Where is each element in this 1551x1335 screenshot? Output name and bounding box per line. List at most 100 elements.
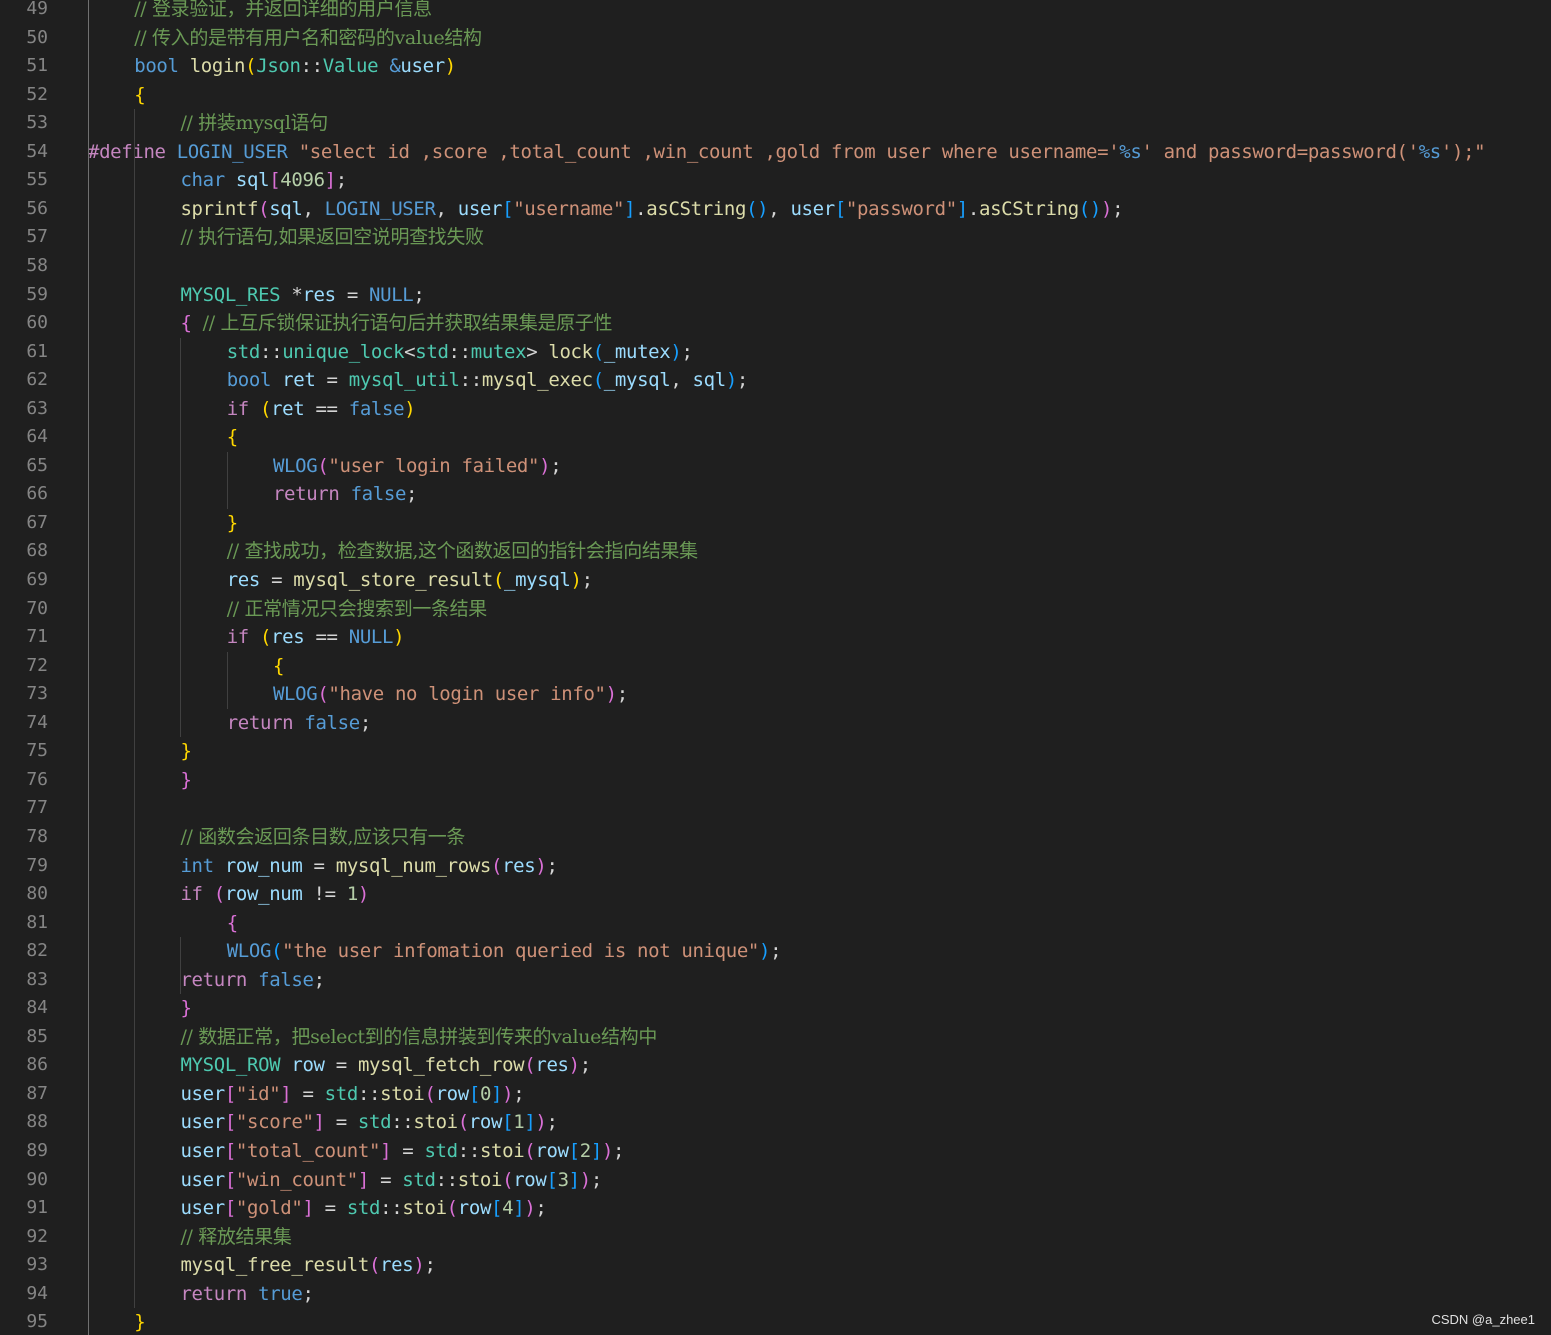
code-token: // 数据正常，把select到的信息拼装到传来的value结构中 bbox=[180, 1025, 657, 1048]
code-token: "have no login user info" bbox=[328, 683, 606, 706]
code-text: } bbox=[227, 509, 238, 538]
code-token: res bbox=[226, 569, 261, 591]
line-number: 59 bbox=[26, 283, 48, 305]
code-line[interactable]: 52 { bbox=[0, 81, 1551, 110]
code-line[interactable]: 54 #define LOGIN_USER "select id ,score ,… bbox=[0, 138, 1551, 167]
code-line[interactable]: 95} bbox=[0, 1308, 1551, 1335]
code-line[interactable]: 76} bbox=[0, 766, 1551, 795]
code-token: ( bbox=[317, 454, 329, 477]
code-line[interactable]: 78 // 函数会返回条目数,应该只有一条 bbox=[0, 823, 1551, 852]
code-line[interactable]: 62 bool ret = mysql_util::mysql_exec(_mys… bbox=[0, 366, 1551, 395]
code-line[interactable]: 59 MYSQL_RES *res = NULL; bbox=[0, 281, 1551, 310]
code-token: ( bbox=[592, 369, 604, 392]
code-token: ( bbox=[260, 626, 272, 649]
code-line[interactable]: 51 bool login(Json::Value &user) bbox=[0, 52, 1551, 81]
code-line[interactable]: 80 if (row_num != 1) bbox=[0, 880, 1551, 909]
code-editor[interactable]: 49 // 登录验证，并返回详细的用户信息 50 // 传入的是带有用户名和密码的va… bbox=[0, 0, 1551, 1335]
code-line[interactable]: 82 WLOG("the user infomation queried is n… bbox=[0, 937, 1551, 966]
code-line[interactable]: 66 return false; bbox=[0, 480, 1551, 509]
code-line[interactable]: 87 user["id"] = std::stoi(row[0]); bbox=[0, 1080, 1551, 1109]
code-token: ; bbox=[581, 569, 593, 591]
code-line[interactable]: 92 // 释放结果集 bbox=[0, 1223, 1551, 1252]
code-line[interactable]: 63 if (ret == false) bbox=[0, 395, 1551, 424]
code-token: ( bbox=[491, 854, 503, 877]
code-token: . bbox=[635, 197, 647, 220]
code-token: { bbox=[272, 654, 285, 677]
code-line[interactable]: 69 res = mysql_store_result(_mysql); bbox=[0, 566, 1551, 595]
code-token: asCString bbox=[978, 197, 1079, 220]
code-token: false bbox=[258, 968, 314, 991]
line-number: 86 bbox=[26, 1054, 48, 1076]
code-line[interactable]: 67} bbox=[0, 509, 1551, 538]
code-line[interactable]: 65 WLOG("user login failed"); bbox=[0, 452, 1551, 481]
code-token: false bbox=[304, 711, 360, 734]
code-line[interactable]: 70 // 正常情况只会搜索到一条结果 bbox=[0, 595, 1551, 624]
code-token: WLOG bbox=[226, 940, 272, 963]
code-text: return false; bbox=[273, 480, 418, 509]
code-line[interactable]: 86 MYSQL_ROW row = mysql_fetch_row(res); bbox=[0, 1051, 1551, 1080]
code-token: ) bbox=[1100, 197, 1113, 220]
code-token: row bbox=[291, 1054, 325, 1077]
code-line[interactable]: 72 { bbox=[0, 652, 1551, 681]
code-line[interactable]: 94 return true; bbox=[0, 1280, 1551, 1309]
code-line[interactable]: 81 { bbox=[0, 909, 1551, 938]
code-line[interactable]: 56 sprintf(sql, LOGIN_USER, user["usernam… bbox=[0, 195, 1551, 224]
code-token: = bbox=[324, 1111, 358, 1134]
code-line[interactable]: 61 std::unique_lock<std::mutex> lock(_mut… bbox=[0, 338, 1551, 367]
code-line[interactable]: 85 // 数据正常，把select到的信息拼装到传来的value结构中 bbox=[0, 1023, 1551, 1052]
line-number: 53 bbox=[26, 112, 48, 134]
code-token: 4096 bbox=[280, 169, 325, 192]
code-token: user bbox=[180, 1140, 225, 1162]
code-token: ret bbox=[282, 369, 316, 392]
code-line[interactable]: 89 user["total_count"] = std::stoi(row[2]… bbox=[0, 1137, 1551, 1166]
line-number: 72 bbox=[26, 654, 48, 676]
line-number: 88 bbox=[26, 1111, 48, 1133]
code-token: [ bbox=[491, 1197, 503, 1220]
code-token: [ bbox=[568, 1140, 580, 1162]
code-token: std bbox=[346, 1197, 381, 1220]
code-line[interactable]: 75} bbox=[0, 737, 1551, 766]
code-line[interactable]: 77 bbox=[0, 794, 1551, 823]
line-number: 67 bbox=[26, 511, 48, 533]
code-token: ) bbox=[539, 454, 551, 477]
code-token: ) bbox=[568, 1054, 580, 1077]
code-line[interactable]: 83 return false; bbox=[0, 966, 1551, 995]
code-token: = bbox=[302, 854, 336, 877]
code-line[interactable]: 88 user["score"] = std::stoi(row[1]); bbox=[0, 1108, 1551, 1137]
code-text: mysql_free_result(res); bbox=[180, 1251, 435, 1280]
code-token: login bbox=[189, 55, 246, 78]
code-token: ] bbox=[524, 1111, 536, 1134]
code-line[interactable]: 84} bbox=[0, 994, 1551, 1023]
code-line[interactable]: 49 // 登录验证，并返回详细的用户信息 bbox=[0, 0, 1551, 24]
code-token: :: bbox=[260, 340, 283, 363]
code-line[interactable]: 73 WLOG("have no login user info"); bbox=[0, 680, 1551, 709]
code-line[interactable]: 57 // 执行语句,如果返回空说明查找失败 bbox=[0, 223, 1551, 252]
code-line[interactable]: 50 // 传入的是带有用户名和密码的value结构 bbox=[0, 24, 1551, 53]
code-line[interactable]: 79 int row_num = mysql_num_rows(res); bbox=[0, 852, 1551, 881]
code-line[interactable]: 55 char sql[4096]; bbox=[0, 166, 1551, 195]
watermark: CSDN @a_zhee1 bbox=[1431, 1312, 1535, 1327]
code-token: // 上互斥锁保证执行语句后并获取结果集是原子性 bbox=[202, 312, 613, 335]
code-line[interactable]: 91 user["gold"] = std::stoi(row[4]); bbox=[0, 1194, 1551, 1223]
code-token: std bbox=[424, 1140, 458, 1162]
code-line[interactable]: 71 if (res == NULL) bbox=[0, 623, 1551, 652]
code-line[interactable]: 64 { bbox=[0, 423, 1551, 452]
code-line[interactable]: 58 bbox=[0, 252, 1551, 281]
code-token: LOGIN_USER bbox=[324, 197, 436, 220]
code-token: ( bbox=[317, 683, 329, 706]
code-token: ) bbox=[444, 55, 456, 78]
code-line[interactable]: 53 // 拼装mysql语句 bbox=[0, 109, 1551, 138]
code-token: ( bbox=[524, 1054, 536, 1077]
code-text: std::unique_lock<std::mutex> lock(_mutex… bbox=[227, 338, 693, 367]
code-token: } bbox=[226, 511, 238, 534]
code-line[interactable]: 74 return false; bbox=[0, 709, 1551, 738]
code-token: stoi bbox=[380, 1082, 425, 1105]
code-token: ) bbox=[670, 340, 682, 363]
code-line[interactable]: 93 mysql_free_result(res); bbox=[0, 1251, 1551, 1280]
code-line[interactable]: 60 { // 上互斥锁保证执行语句后并获取结果集是原子性 bbox=[0, 309, 1551, 338]
code-token: ) bbox=[570, 569, 582, 591]
code-line[interactable]: 90 user["win_count"] = std::stoi(row[3]); bbox=[0, 1166, 1551, 1195]
code-line[interactable]: 68 // 查找成功，检查数据,这个函数返回的指针会指向结果集 bbox=[0, 537, 1551, 566]
